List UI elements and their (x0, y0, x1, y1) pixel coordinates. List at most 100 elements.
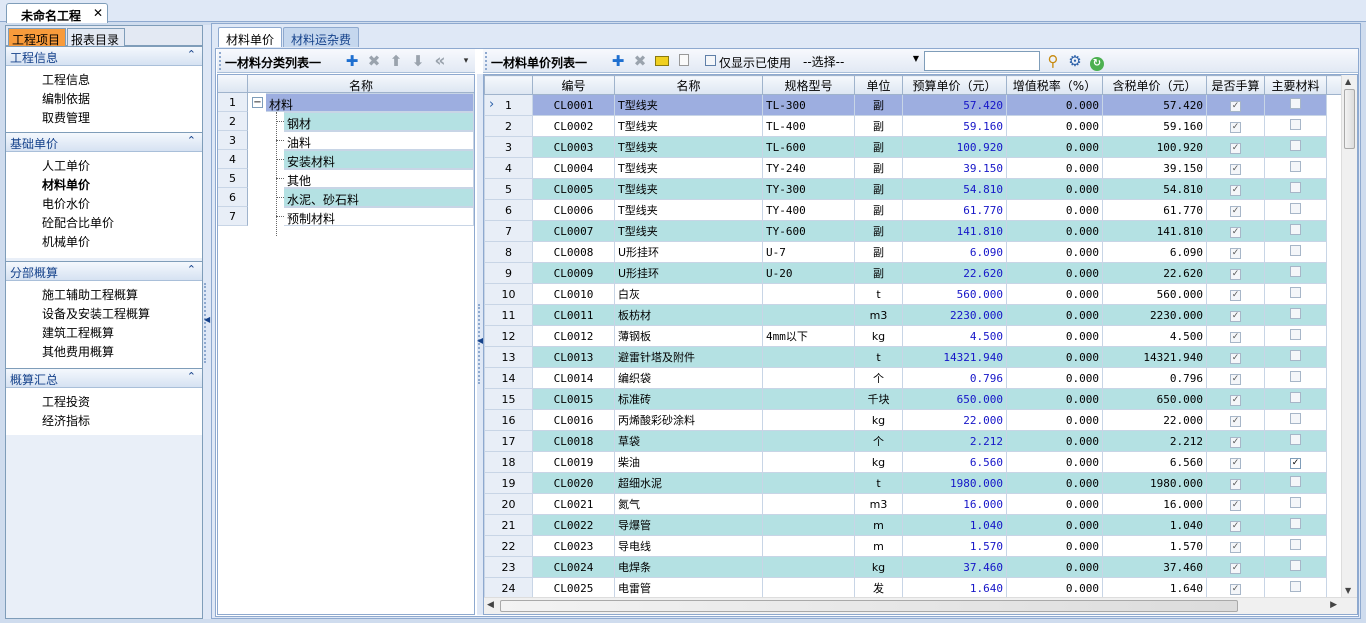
checkbox[interactable] (1290, 371, 1301, 382)
horizontal-scroll-thumb[interactable] (500, 600, 1238, 612)
table-row[interactable]: 19 CL0020 超细水泥 t 1980.000 0.000 1980.000 ✓ (484, 472, 1343, 494)
material-unit[interactable]: m3 (854, 304, 903, 326)
nav-item[interactable]: 其他费用概算 (6, 342, 202, 361)
material-code[interactable]: CL0025 (532, 577, 615, 599)
checkbox[interactable]: ✓ (1230, 458, 1241, 469)
manual-calc-checkbox[interactable]: ✓ (1206, 178, 1265, 200)
column-header[interactable]: 规格型号 (762, 75, 855, 95)
table-row[interactable]: 2 CL0002 T型线夹 TL-400 副 59.160 0.000 59.160 ✓ (484, 115, 1343, 137)
material-spec[interactable]: TL-400 (762, 115, 855, 137)
budget-price[interactable]: 650.000 (902, 388, 1007, 410)
category-name[interactable]: 油料 (284, 131, 474, 150)
material-name[interactable]: 避雷针塔及附件 (614, 346, 763, 368)
material-unit[interactable]: kg (854, 556, 903, 578)
manual-calc-checkbox[interactable]: ✓ (1206, 346, 1265, 368)
main-material-checkbox[interactable] (1264, 115, 1327, 137)
checkbox[interactable] (1290, 350, 1301, 361)
vat-rate[interactable]: 0.000 (1006, 241, 1103, 263)
category-name[interactable]: 安装材料 (284, 150, 474, 169)
material-unit[interactable]: t (854, 472, 903, 494)
material-spec[interactable]: TY-240 (762, 157, 855, 179)
document-tab[interactable]: 未命名工程 ✕ (6, 3, 108, 23)
vat-rate[interactable]: 0.000 (1006, 178, 1103, 200)
material-spec[interactable] (762, 367, 855, 389)
table-row[interactable]: 23 CL0024 电焊条 kg 37.460 0.000 37.460 ✓ (484, 556, 1343, 578)
budget-price[interactable]: 39.150 (902, 157, 1007, 179)
category-row[interactable]: 6 水泥、砂石料 (218, 188, 474, 207)
manual-calc-checkbox[interactable]: ✓ (1206, 157, 1265, 179)
checkbox[interactable] (1290, 581, 1301, 592)
vat-rate[interactable]: 0.000 (1006, 283, 1103, 305)
tax-included-price[interactable]: 57.420 (1102, 94, 1207, 116)
budget-price[interactable]: 2.212 (902, 430, 1007, 452)
checkbox[interactable] (1290, 413, 1301, 424)
column-header[interactable]: 增值税率（%） (1006, 75, 1103, 95)
export-icon[interactable] (675, 52, 693, 70)
material-spec[interactable]: U-7 (762, 241, 855, 263)
budget-price[interactable]: 0.796 (902, 367, 1007, 389)
material-name[interactable]: T型线夹 (614, 136, 763, 158)
material-unit[interactable]: 副 (854, 220, 903, 242)
nav-item[interactable]: 砼配合比单价 (6, 213, 202, 232)
add-icon[interactable]: ✚ (609, 52, 627, 70)
main-material-checkbox[interactable] (1264, 178, 1327, 200)
chevron-up-icon[interactable]: ⌃ (187, 263, 196, 276)
material-name[interactable]: 柴油 (614, 451, 763, 473)
main-material-checkbox[interactable] (1264, 94, 1327, 116)
material-name[interactable]: 编织袋 (614, 367, 763, 389)
material-name[interactable]: 导爆管 (614, 514, 763, 536)
table-row[interactable]: 4 CL0004 T型线夹 TY-240 副 39.150 0.000 39.150 ✓ (484, 157, 1343, 179)
tax-included-price[interactable]: 6.560 (1102, 451, 1207, 473)
manual-calc-checkbox[interactable]: ✓ (1206, 535, 1265, 557)
checkbox[interactable] (1290, 224, 1301, 235)
tax-included-price[interactable]: 100.920 (1102, 136, 1207, 158)
material-code[interactable]: CL0018 (532, 430, 615, 452)
material-unit[interactable]: m (854, 535, 903, 557)
nav-section-header[interactable]: 基础单价 ⌃ (6, 133, 202, 152)
tax-included-price[interactable]: 1980.000 (1102, 472, 1207, 494)
material-code[interactable]: CL0003 (532, 136, 615, 158)
material-code[interactable]: CL0004 (532, 157, 615, 179)
manual-calc-checkbox[interactable]: ✓ (1206, 577, 1265, 599)
table-row[interactable]: 16 CL0016 丙烯酸彩砂涂料 kg 22.000 0.000 22.000 ✓ (484, 409, 1343, 431)
material-code[interactable]: CL0023 (532, 535, 615, 557)
search-input[interactable] (924, 51, 1040, 71)
tax-included-price[interactable]: 14321.940 (1102, 346, 1207, 368)
category-row[interactable]: 4 安装材料 (218, 150, 474, 169)
main-material-checkbox[interactable] (1264, 535, 1327, 557)
column-header[interactable]: 是否手算 (1206, 75, 1265, 95)
manual-calc-checkbox[interactable]: ✓ (1206, 304, 1265, 326)
column-header[interactable]: 预算单价（元） (902, 75, 1007, 95)
search-icon[interactable]: ⚲ (1044, 52, 1062, 70)
category-select[interactable]: --选择-- ▼ (799, 51, 923, 71)
material-spec[interactable] (762, 472, 855, 494)
budget-price[interactable]: 141.810 (902, 220, 1007, 242)
material-unit[interactable]: 副 (854, 178, 903, 200)
checkbox[interactable]: ✓ (1230, 416, 1241, 427)
material-name[interactable]: 标准砖 (614, 388, 763, 410)
material-code[interactable]: CL0013 (532, 346, 615, 368)
material-spec[interactable] (762, 388, 855, 410)
budget-price[interactable]: 37.460 (902, 556, 1007, 578)
tax-included-price[interactable]: 61.770 (1102, 199, 1207, 221)
checkbox[interactable] (1290, 560, 1301, 571)
main-material-checkbox[interactable] (1264, 199, 1327, 221)
toolbar-overflow-icon[interactable]: ▾ (457, 52, 475, 70)
material-unit[interactable]: kg (854, 451, 903, 473)
checkbox[interactable] (1290, 308, 1301, 319)
table-row[interactable]: 14 CL0014 编织袋个 0.796 0.000 0.796 ✓ (484, 367, 1343, 389)
tax-included-price[interactable]: 560.000 (1102, 283, 1207, 305)
tax-included-price[interactable]: 141.810 (1102, 220, 1207, 242)
material-spec[interactable] (762, 430, 855, 452)
vat-rate[interactable]: 0.000 (1006, 367, 1103, 389)
vat-rate[interactable]: 0.000 (1006, 199, 1103, 221)
checkbox[interactable] (1290, 434, 1301, 445)
tab-material-price[interactable]: 材料单价 (218, 27, 282, 47)
table-row[interactable]: 3 CL0003 T型线夹 TL-600 副 100.920 0.000 100.920 ✓ (484, 136, 1343, 158)
vat-rate[interactable]: 0.000 (1006, 514, 1103, 536)
checkbox[interactable]: ✓ (1230, 164, 1241, 175)
chevron-up-icon[interactable]: ⌃ (187, 48, 196, 61)
budget-price[interactable]: 54.810 (902, 178, 1007, 200)
material-name[interactable]: 超细水泥 (614, 472, 763, 494)
checkbox[interactable] (1290, 98, 1301, 109)
